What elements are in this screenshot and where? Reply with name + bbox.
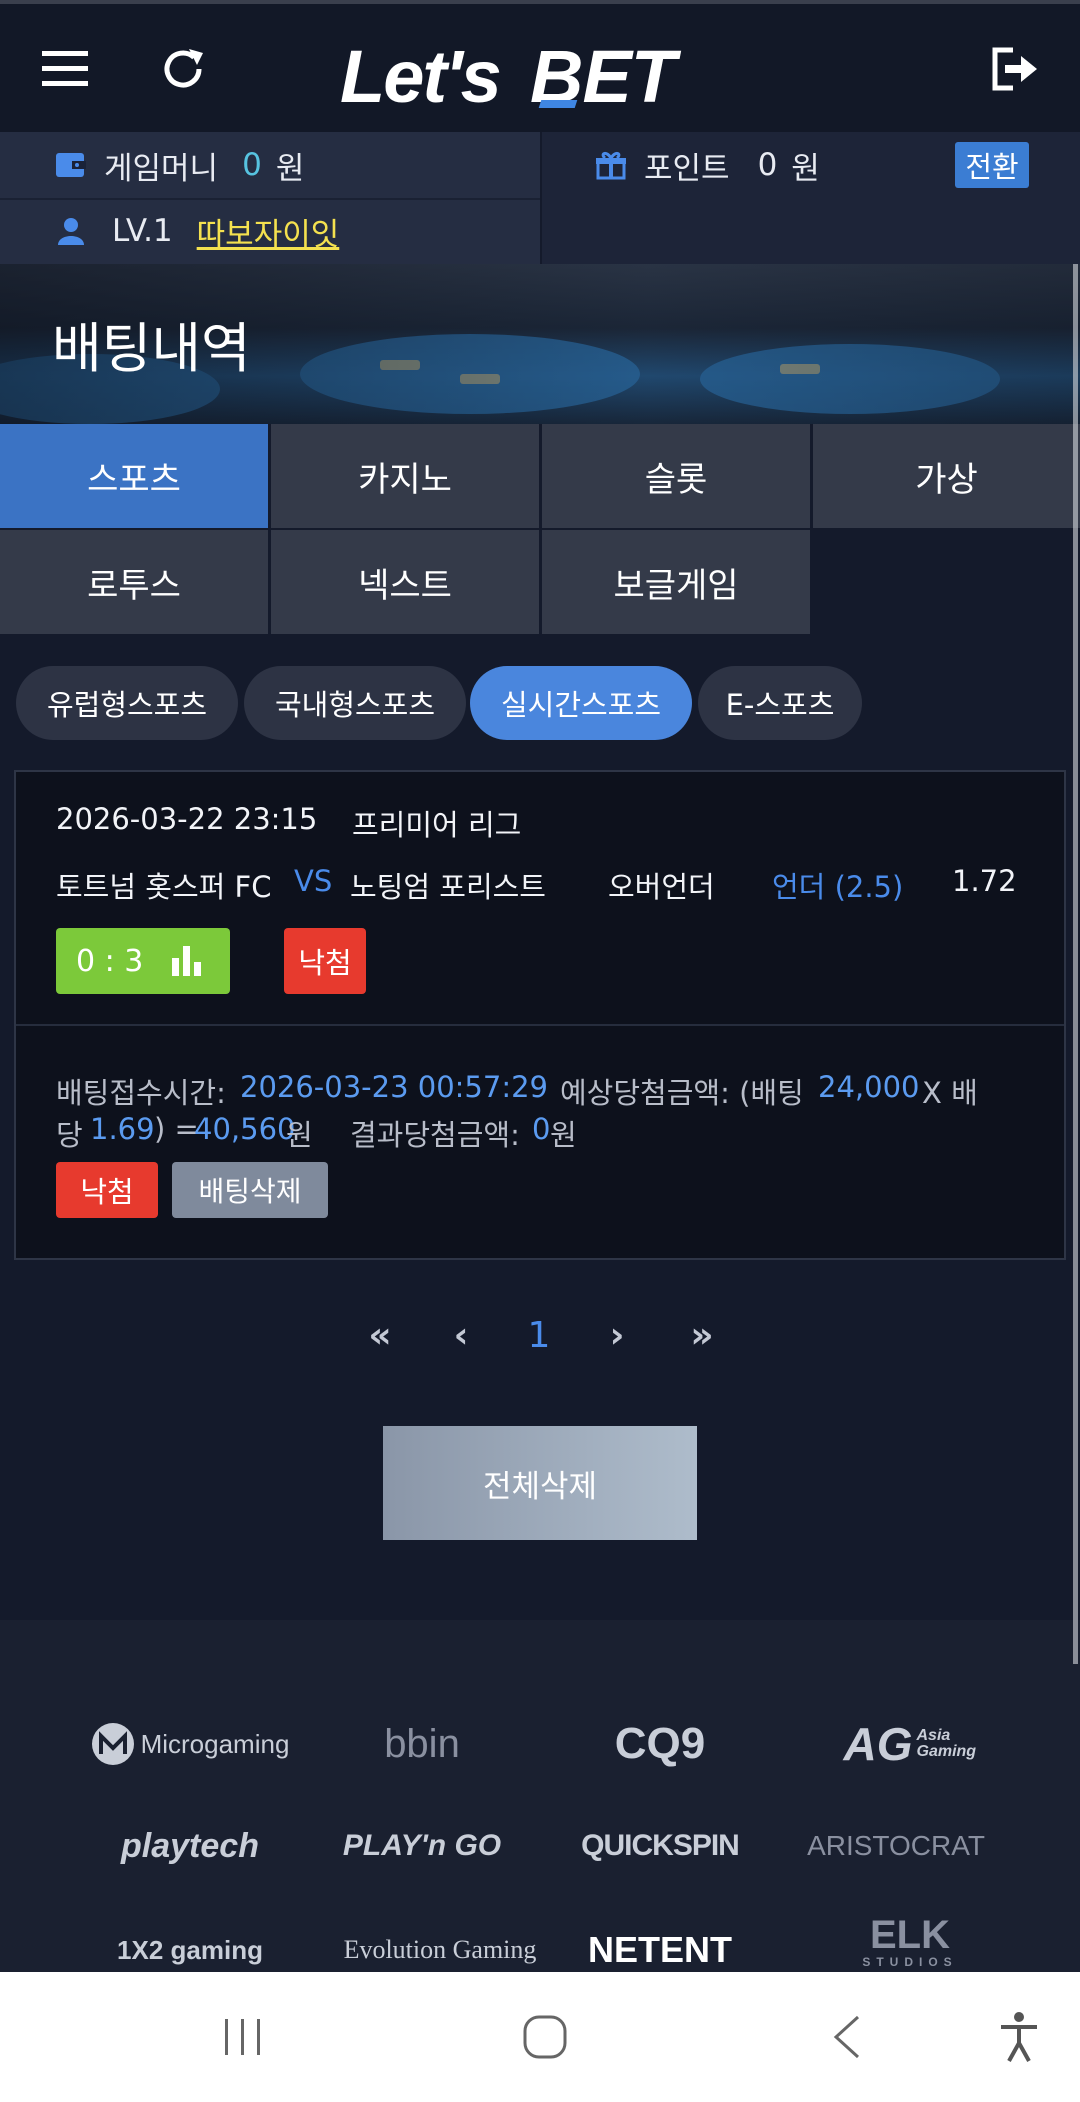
page-banner: 배팅내역 (0, 264, 1080, 424)
score-badge[interactable]: 0 : 3 (56, 928, 230, 994)
provider-aristocrat: ARISTOCRAT (807, 1830, 985, 1861)
tab-european-sports[interactable]: 유럽형스포츠 (16, 666, 238, 740)
gift-icon (596, 150, 626, 180)
category-virtual[interactable]: 가상 (813, 424, 1080, 528)
category-next[interactable]: 넥스트 (271, 530, 539, 634)
result-unit: 원 (550, 1118, 577, 1152)
category-casino[interactable]: 카지노 (271, 424, 539, 528)
bet-odds: 1.72 (952, 864, 1017, 898)
ag-label: AG (843, 1718, 913, 1770)
provider-playtech: playtech (121, 1826, 259, 1865)
provider-ag: AG Asia Gaming (800, 1714, 1020, 1774)
provider-netent: NETENT (588, 1929, 732, 1970)
odds-label-cont: 당 (56, 1118, 83, 1152)
elk-label: ELK (870, 1913, 950, 1957)
nickname-link[interactable]: 따보자이잇 (197, 209, 340, 254)
away-team: 노팅엄 포리스트 (350, 870, 546, 904)
elk-sub-label: STUDIOS (862, 1955, 958, 1969)
accept-time: 2026-03-23 00:57:29 (240, 1070, 548, 1104)
equals-label: ) = (154, 1112, 199, 1146)
delete-all-button[interactable]: 전체삭제 (383, 1426, 697, 1540)
provider-1x2gaming: 1X2 gaming (117, 1934, 263, 1965)
provider-quickspin: QUICKSPIN (581, 1829, 740, 1862)
points-value: 0 (757, 147, 778, 183)
points-unit: 원 (791, 150, 820, 187)
provider-bbin: bbin (384, 1721, 460, 1766)
system-nav-bar (0, 1972, 1080, 2102)
result-amount: 0 (532, 1112, 551, 1146)
provider-microgaming: Microgaming (80, 1714, 300, 1774)
won-unit: 원 (286, 1118, 313, 1152)
home-team: 토트넘 홋스퍼 FC (56, 870, 272, 904)
bet-pick: 언더 (2.5) (772, 870, 904, 904)
logo-accent (538, 100, 578, 108)
vs-label: VS (294, 864, 333, 898)
result-badge: 낙첨 (284, 928, 366, 994)
page-title: 배팅내역 (52, 317, 251, 380)
tab-live-sports[interactable]: 실시간스포츠 (470, 666, 692, 740)
expected-win: 40,560 (194, 1112, 296, 1146)
stake-amount: 24,000 (818, 1070, 920, 1104)
user-icon (58, 217, 84, 245)
times-label: X 배 (922, 1076, 978, 1110)
provider-playngo: PLAY'n GO (342, 1829, 502, 1862)
stats-icon (172, 944, 202, 976)
category-slot[interactable]: 슬롯 (542, 424, 810, 528)
home-icon[interactable] (510, 2002, 580, 2072)
total-odds: 1.69 (90, 1112, 155, 1146)
convert-button[interactable]: 전환 (955, 142, 1029, 188)
provider-evolution: Evolution Gaming (343, 1935, 537, 1964)
result-amount-label: 결과당첨금액: (350, 1118, 520, 1152)
level-text: LV.1 (112, 213, 173, 249)
status-button[interactable]: 낙첨 (56, 1162, 158, 1218)
tab-e-sports[interactable]: E-스포츠 (698, 666, 862, 740)
tab-domestic-sports[interactable]: 국내형스포츠 (244, 666, 466, 740)
prev-page-button[interactable]: ‹ (438, 1310, 484, 1360)
next-page-button[interactable]: › (594, 1310, 640, 1360)
recent-apps-icon[interactable] (208, 2002, 278, 2072)
brand-logo[interactable]: Let's BET (330, 30, 750, 118)
logout-icon[interactable] (980, 34, 1050, 104)
game-money-unit: 원 (275, 150, 305, 187)
refresh-icon[interactable] (148, 34, 218, 104)
delete-bet-button[interactable]: 배팅삭제 (172, 1162, 328, 1218)
microgaming-icon (91, 1722, 135, 1766)
category-sports[interactable]: 스포츠 (0, 424, 268, 528)
game-money-value: 0 (242, 147, 262, 183)
points-label: 포인트 (644, 150, 730, 187)
page-scrollbar[interactable] (1073, 264, 1078, 1664)
points: 포인트 0 원 (596, 132, 820, 198)
game-money: 게임머니 0 원 (56, 132, 304, 198)
user-level: LV.1 따보자이잇 (58, 198, 339, 264)
accept-time-label: 배팅접수시간: (56, 1076, 226, 1110)
last-page-button[interactable]: » (674, 1310, 730, 1360)
bet-market: 오버언더 (608, 870, 715, 904)
first-page-button[interactable]: « (352, 1310, 408, 1360)
match-datetime: 2026-03-22 23:15 (56, 802, 318, 836)
ag-sub-label: Asia Gaming (916, 1727, 977, 1760)
provider-cq9: CQ9 (614, 1719, 706, 1768)
score-text: 0 : 3 (76, 943, 144, 979)
current-page[interactable]: 1 (514, 1310, 564, 1360)
provider-footer: Microgaming bbin CQ9 AG Asia Gaming play… (0, 1620, 1080, 1972)
menu-icon[interactable] (30, 34, 100, 104)
accessibility-icon[interactable] (984, 2002, 1054, 2072)
league-name: 프리미어 리그 (352, 808, 522, 842)
game-money-label: 게임머니 (104, 150, 219, 187)
back-icon[interactable] (812, 2002, 882, 2072)
logo-lets: Let's (340, 35, 502, 118)
category-bogle[interactable]: 보글게임 (542, 530, 810, 634)
expected-label: 예상당첨금액: (배팅 (560, 1076, 804, 1110)
provider-elk: ELK STUDIOS (800, 1912, 1020, 1972)
app-header: Let's BET (0, 0, 1080, 132)
category-lotus[interactable]: 로투스 (0, 530, 268, 634)
provider-label: Microgaming (140, 1728, 290, 1759)
account-info: 게임머니 0 원 포인트 0 원 전환 LV.1 따보자이잇 (0, 132, 1080, 264)
bet-history-card: 2026-03-22 23:15 프리미어 리그 토트넘 홋스퍼 FC VS 노… (14, 770, 1066, 1260)
wallet-icon (56, 151, 86, 179)
